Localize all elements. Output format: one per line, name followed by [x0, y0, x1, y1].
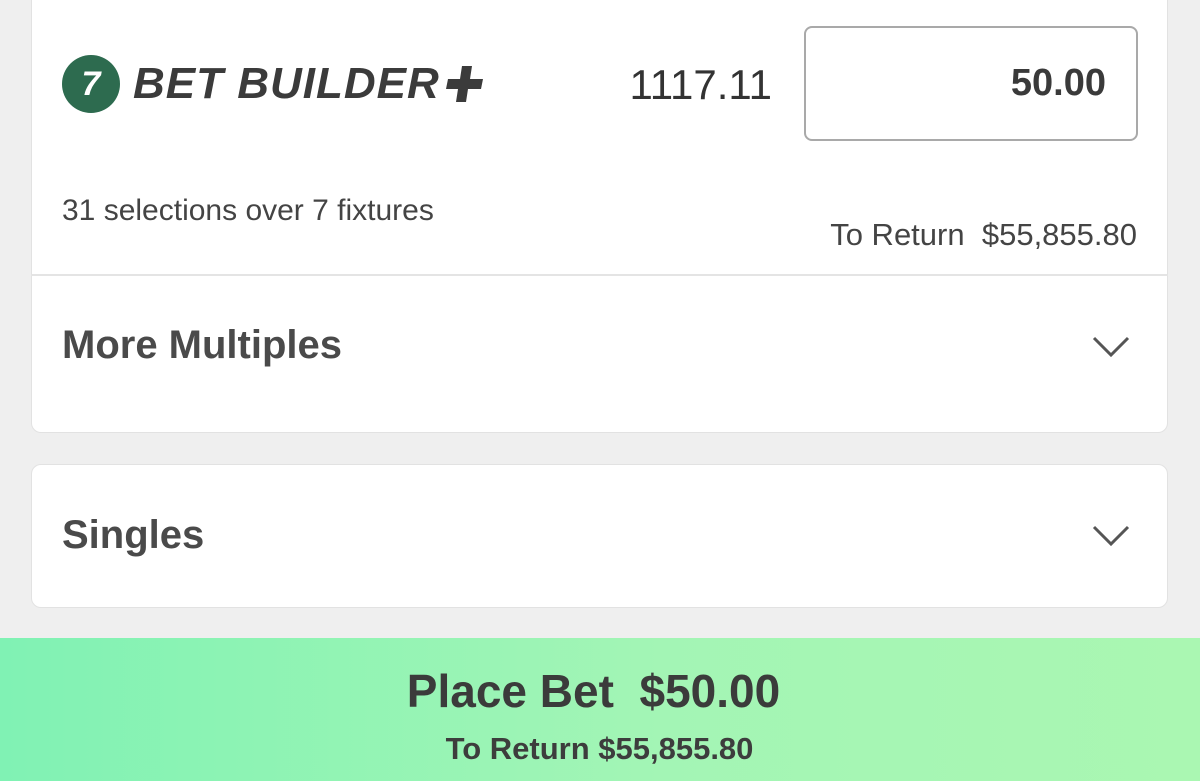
singles-section[interactable]: Singles	[31, 464, 1168, 608]
selections-summary: 31 selections over 7 fixtures	[62, 194, 434, 227]
place-bet-button[interactable]: Place Bet $50.00 To Return $55,855.80	[0, 638, 1200, 781]
more-multiples-title: More Multiples	[62, 323, 343, 367]
return-label: To Return	[830, 217, 965, 252]
bet-builder-card: 7 BET BUILDER 1117.11 31 selections over…	[31, 0, 1168, 276]
place-bet-text: Place Bet	[406, 665, 614, 717]
bet-builder-title: BET BUILDER	[133, 59, 440, 108]
singles-title: Singles	[62, 513, 205, 557]
bet-builder-odds: 1117.11	[629, 61, 772, 108]
place-bet-return-value: $55,855.80	[598, 731, 754, 766]
more-multiples-section[interactable]: More Multiples	[31, 276, 1168, 433]
bet-builder-return: To Return $55,855.80	[830, 217, 1137, 253]
chevron-down-icon[interactable]	[1091, 523, 1131, 549]
plus-icon	[446, 66, 483, 102]
place-bet-label: Place Bet $50.00	[0, 664, 1187, 718]
chevron-down-icon[interactable]	[1091, 334, 1131, 360]
bet-slip: 7 BET BUILDER 1117.11 31 selections over…	[0, 0, 1200, 781]
return-value: $55,855.80	[981, 217, 1137, 252]
place-bet-amount: $50.00	[639, 665, 781, 717]
stake-input[interactable]	[804, 26, 1138, 141]
selection-count-badge: 7	[62, 55, 120, 113]
place-bet-return-label: To Return	[445, 731, 590, 766]
place-bet-return: To Return $55,855.80	[0, 731, 1199, 767]
